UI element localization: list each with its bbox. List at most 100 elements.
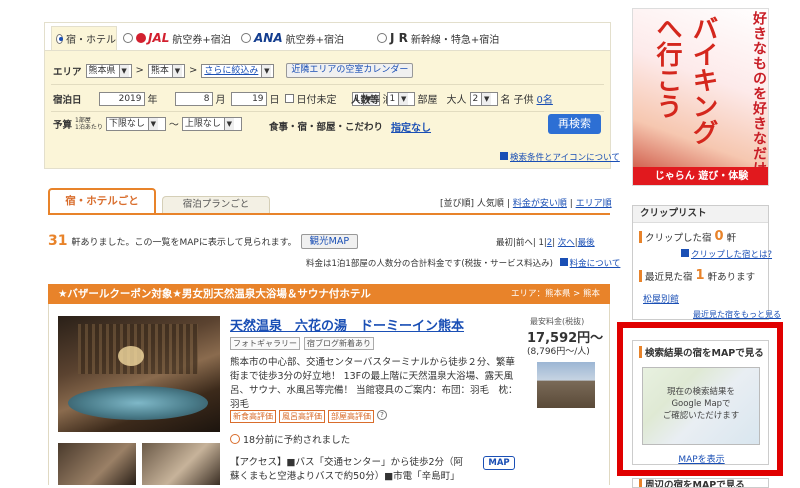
tab-plan-results[interactable]: 宿泊プランごと xyxy=(162,196,270,214)
sort-popular: 人気順 xyxy=(476,199,504,209)
hotel-thumb-2[interactable] xyxy=(142,443,220,485)
recent-count: 1 xyxy=(695,268,705,283)
search-panel: 宿・ホテル JAL 航空券+宿泊 ANA 航空券+宿泊 J R 新幹線・特急+宿泊 エ… xyxy=(44,22,620,169)
guest-row: 人数等 1 ▼ 部屋 大人 2 ▼ 名 子供 0名 xyxy=(351,91,553,106)
marker-icon xyxy=(639,479,642,487)
budget-label: 予算 xyxy=(53,119,73,131)
map-preview-text2: Google Mapで xyxy=(671,399,731,409)
tab-hotel[interactable]: 宿・ホテル xyxy=(51,26,117,50)
jal-brand: JAL xyxy=(148,31,170,45)
adults-value: 2 xyxy=(472,93,479,104)
sort-area-link[interactable]: エリア順 xyxy=(576,199,612,209)
hotel-thumb-1[interactable] xyxy=(58,443,136,485)
recent-label: 最近見た宿 xyxy=(645,271,693,283)
tourist-map-button[interactable]: 観光MAP xyxy=(300,233,359,249)
clipped-unit: 軒 xyxy=(726,232,737,244)
adults-select[interactable]: 2 ▼ xyxy=(469,91,498,106)
map-preview[interactable]: 現在の検索結果を Google Mapで ご確認いただけます xyxy=(642,367,760,445)
undecided-checkbox[interactable] xyxy=(284,94,294,103)
children-link[interactable]: 0名 xyxy=(537,91,553,106)
ad-line1: 好きなものを好きなだけ xyxy=(751,11,767,176)
sort-bar: [並び順] 人気順 | 料金が安い順 | エリア順 xyxy=(440,199,612,209)
radio-jr[interactable] xyxy=(377,33,387,43)
cond-row: 食事・宿・部屋・こだわり 指定なし xyxy=(269,119,431,134)
radio-ana[interactable] xyxy=(241,33,251,43)
clock-icon xyxy=(230,434,240,444)
budget-max: 上限なし xyxy=(184,118,221,129)
help-link-wrap: 検索条件とアイコンについて xyxy=(500,151,620,163)
research-button[interactable]: 再検索 xyxy=(548,114,601,134)
hotel-name-link[interactable]: 天然温泉 六花の湯 ドーミーイン熊本 xyxy=(230,315,464,334)
tab-jr-label: 新幹線・特急+宿泊 xyxy=(410,34,500,46)
blog-badge[interactable]: 宿ブログ新着あり xyxy=(304,337,374,350)
adult-label: 大人 xyxy=(446,95,467,106)
help-circle-icon[interactable]: ? xyxy=(377,410,387,420)
month-unit: 月 xyxy=(215,95,226,106)
chevron-down-icon: ▼ xyxy=(398,92,409,105)
tab-underline xyxy=(48,213,610,215)
radio-jal[interactable] xyxy=(123,33,133,43)
price-note-link[interactable]: 料金について xyxy=(570,259,621,269)
pref-select[interactable]: 熊本県 ▼ xyxy=(85,63,132,78)
price-label: 最安料金(税抜) xyxy=(530,317,585,326)
jr-brand: J R xyxy=(390,31,408,45)
chevron-down-icon: ▼ xyxy=(481,92,492,105)
nearby-calendar-button[interactable]: 近隣エリアの空室カレンダー xyxy=(286,63,414,78)
date-row: 宿泊日 2019年 8月 19日 日付未定 1▼泊 xyxy=(53,91,393,106)
hotel-banner: ★バザールクーポン対象★男女別天然温泉大浴場＆サウナ付ホテル エリア：熊本県 >… xyxy=(48,284,610,304)
recent-more-link[interactable]: 最近見た宿をもっと見る xyxy=(693,309,781,320)
rooms-unit: 部屋 xyxy=(417,95,438,106)
help-icon xyxy=(681,249,689,257)
tab-ana[interactable]: ANA 航空券+宿泊 xyxy=(241,26,344,50)
day-input[interactable]: 19 xyxy=(230,91,267,106)
recent-unit: 軒あります xyxy=(707,271,756,283)
tab-hotel-results[interactable]: 宿・ホテルごと xyxy=(48,188,156,214)
hotel-map-button[interactable]: MAP xyxy=(483,456,515,470)
pager-next[interactable]: 次へ xyxy=(558,238,575,248)
clipped-row: クリップした宿 0 軒 xyxy=(639,229,736,244)
show-map-link[interactable]: MAPを表示 xyxy=(633,452,770,465)
pager-page-2[interactable]: 2 xyxy=(547,238,552,248)
help-link[interactable]: 検索条件とアイコンについて xyxy=(510,153,620,163)
day-unit: 日 xyxy=(269,95,280,106)
pager-last[interactable]: 最後 xyxy=(578,238,595,248)
pager-current: 1 xyxy=(538,238,544,248)
pref-value: 熊本県 xyxy=(88,65,116,76)
divider xyxy=(51,84,604,85)
hotel-badges: フォトギャラリー 宿ブログ新着あり xyxy=(230,337,374,350)
budget-min-select[interactable]: 下限なし ▼ xyxy=(105,116,166,131)
nearby-map-head: 周辺の宿をMAPで見る xyxy=(639,479,745,487)
tab-jr[interactable]: J R 新幹線・特急+宿泊 xyxy=(377,26,499,50)
month-input[interactable]: 8 xyxy=(174,91,213,106)
year-input[interactable]: 2019 xyxy=(98,91,145,106)
sort-label: [並び順] xyxy=(440,199,475,209)
chevron-down-icon: ▼ xyxy=(118,64,129,77)
sort-cheap-link[interactable]: 料金が安い順 xyxy=(513,199,567,209)
clip-what-link[interactable]: クリップした宿とは? xyxy=(691,250,772,260)
city-select[interactable]: 熊本 ▼ xyxy=(147,63,185,78)
marker-icon xyxy=(639,230,642,243)
marker-icon xyxy=(639,269,642,282)
cond-link[interactable]: 指定なし xyxy=(391,119,431,134)
recent-hotel-link[interactable]: 松屋別館 xyxy=(643,292,679,305)
price-note: 料金は1泊1部屋の人数分の合計料金です(税抜・サービス料込み) 料金について xyxy=(306,257,620,269)
reserved-text: 18分前に予約されました xyxy=(243,435,351,446)
clipped-label: クリップした宿 xyxy=(645,232,712,244)
hotel-photo[interactable] xyxy=(58,316,220,432)
refine-select[interactable]: さらに絞込み ▼ xyxy=(201,63,275,78)
area-arrow: > xyxy=(188,65,198,76)
hotel-building-photo[interactable] xyxy=(537,362,595,408)
tab-jal[interactable]: JAL 航空券+宿泊 xyxy=(123,26,231,50)
rooms-select[interactable]: 1 ▼ xyxy=(386,91,415,106)
recent-row: 最近見た宿 1 軒あります xyxy=(639,268,755,283)
hotel-access: 【アクセス】■バス「交通センター」から徒歩2分（阿蘇くまもと空港よりバスで約50… xyxy=(230,457,464,482)
chevron-down-icon: ▼ xyxy=(147,117,158,130)
map-box-head: 検索結果の宿をMAPで見る xyxy=(639,345,764,359)
budget-tilde: 〜 xyxy=(168,120,179,131)
pager: 最初|前へ| 1|2| 次へ|最後 xyxy=(496,238,595,248)
child-label: 子供 xyxy=(513,95,534,106)
photo-gallery-badge[interactable]: フォトギャラリー xyxy=(230,337,300,350)
ad-banner[interactable]: 好きなものを好きなだけ バイキングへ行こう じゃらん 遊び・体験 xyxy=(632,8,769,186)
budget-max-select[interactable]: 上限なし ▼ xyxy=(181,116,242,131)
radio-hotel[interactable] xyxy=(56,33,63,44)
